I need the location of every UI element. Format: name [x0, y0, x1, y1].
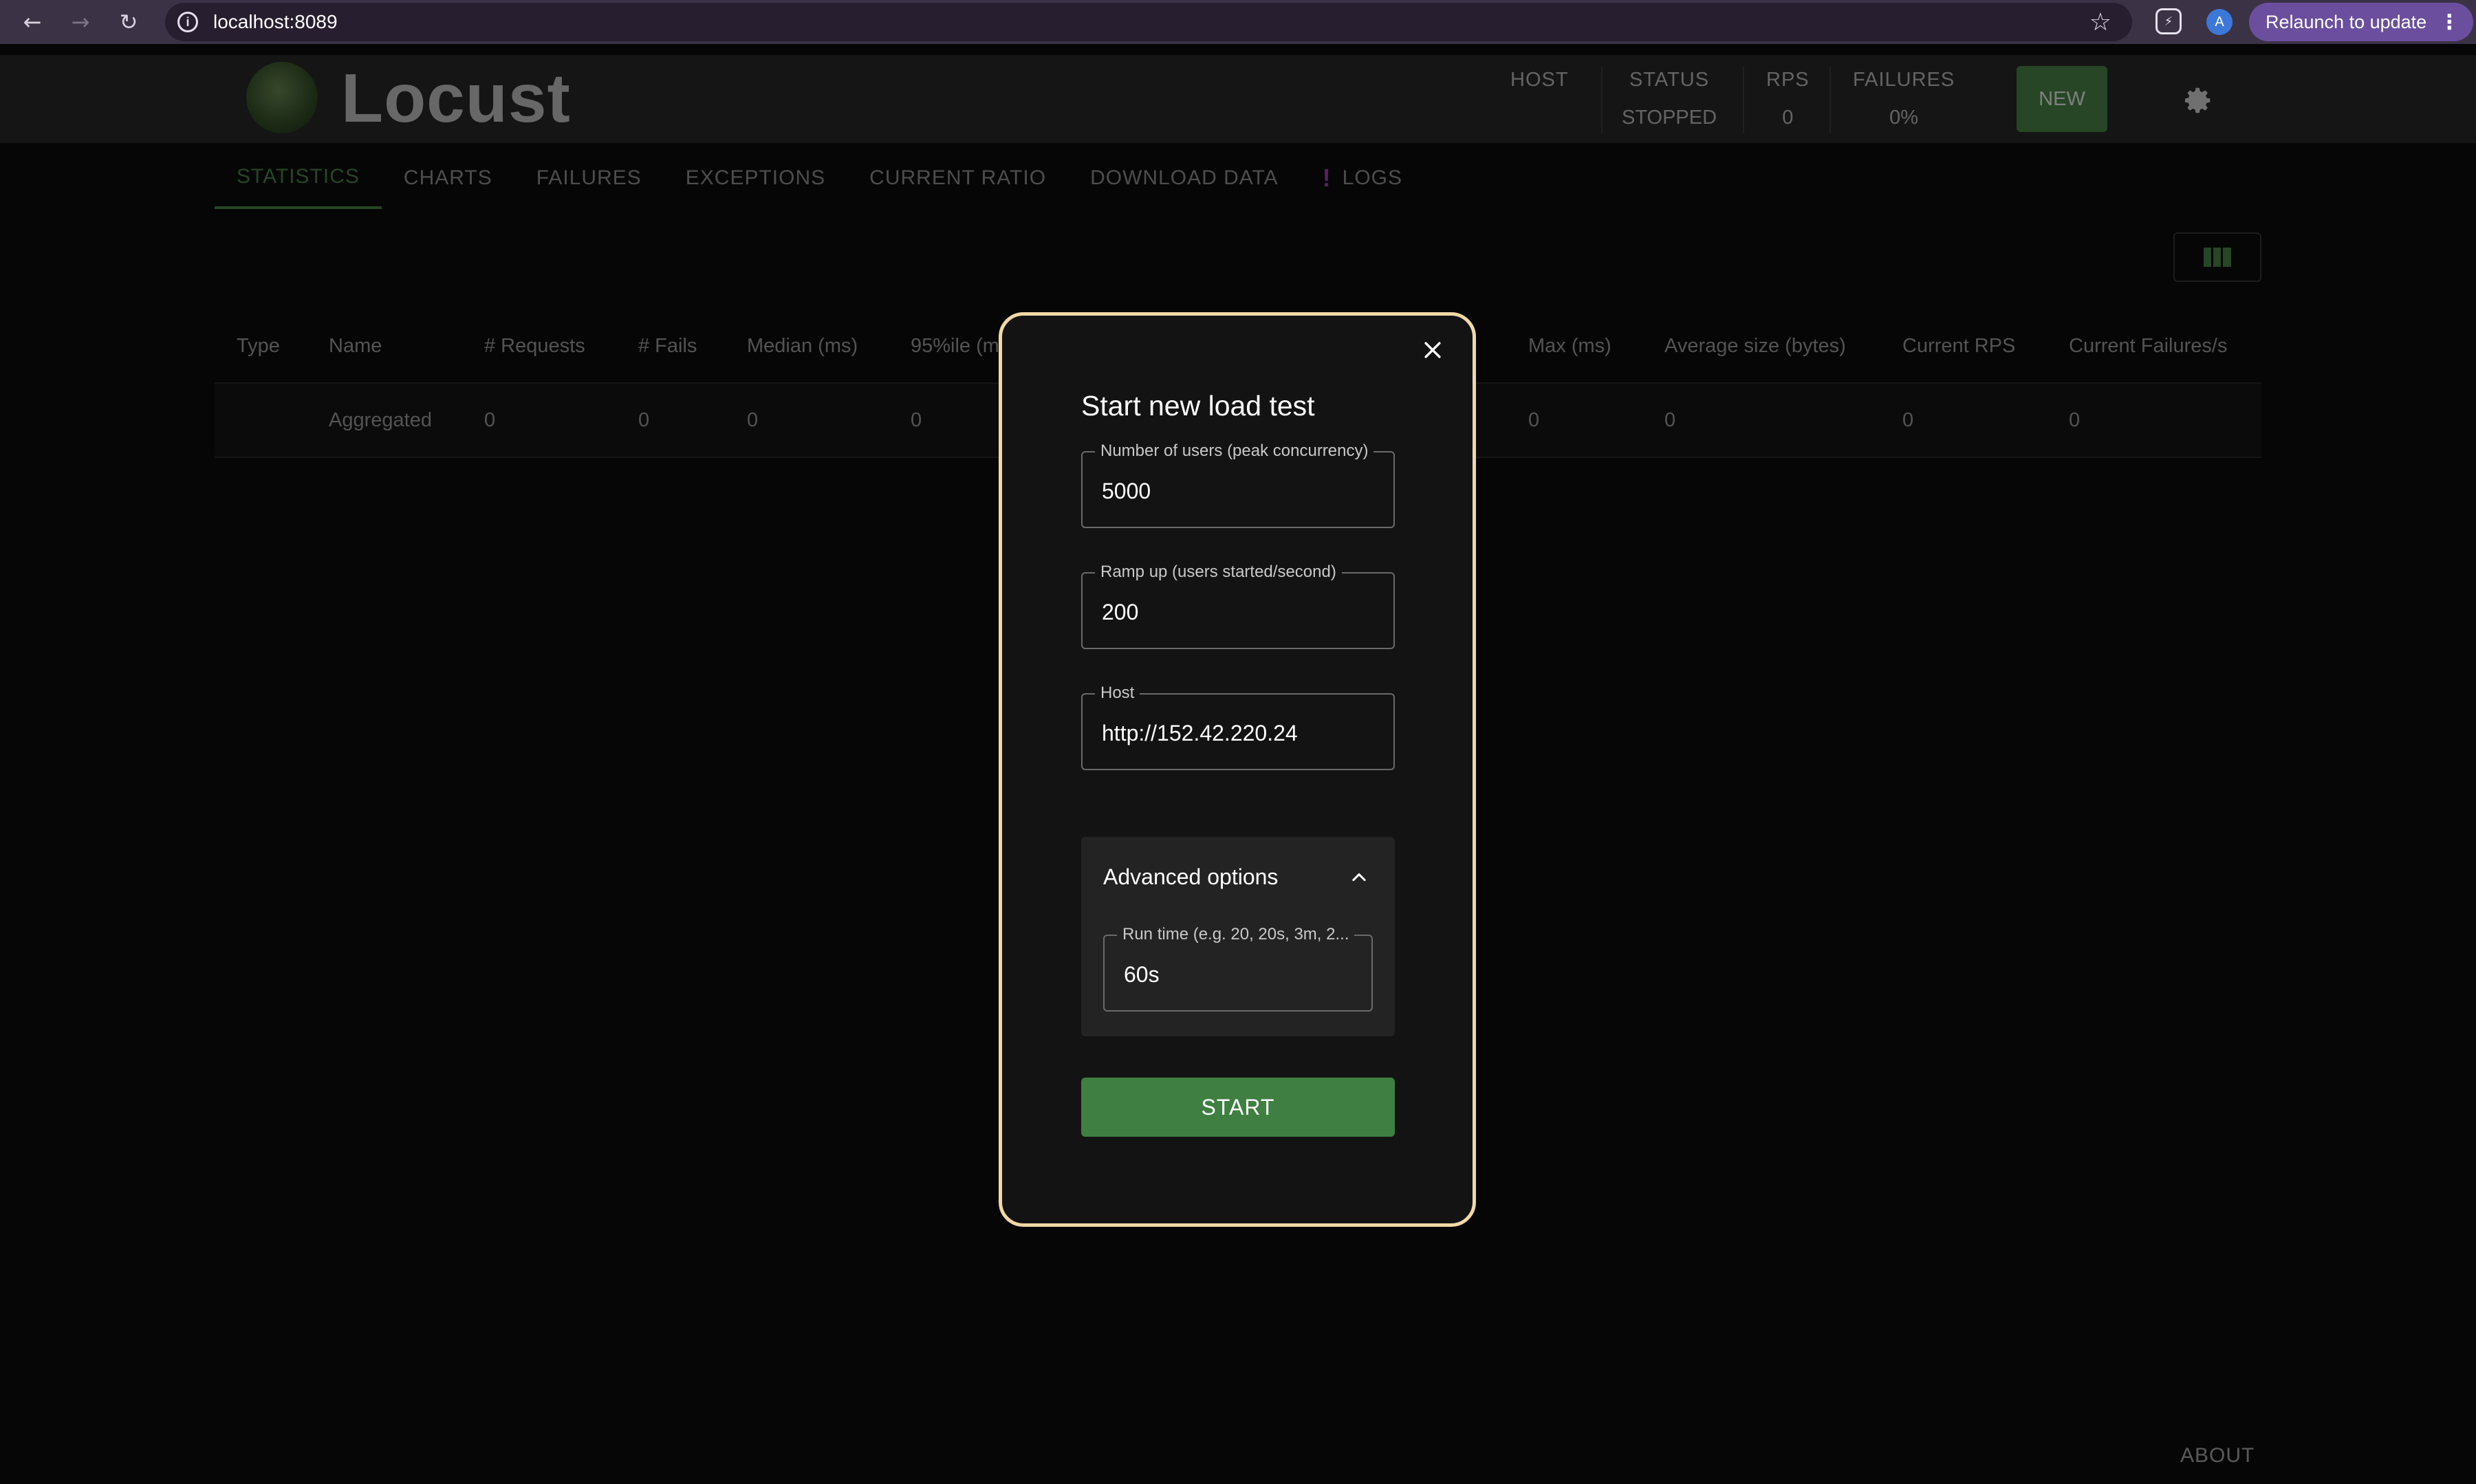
kebab-menu-icon: ⋮ [2439, 10, 2460, 34]
forward-arrow-icon[interactable]: → [65, 6, 96, 38]
advanced-options-toggle[interactable]: Advanced options [1103, 864, 1278, 890]
runtime-input[interactable] [1122, 957, 1356, 992]
chevron-up-icon[interactable] [1349, 867, 1369, 886]
runtime-field-label: Run time (e.g. 20, 20s, 3m, 2... [1117, 925, 1355, 944]
users-field-label: Number of users (peak concurrency) [1095, 441, 1374, 461]
advanced-options-panel: Advanced options Run time (e.g. 20, 20s,… [1081, 837, 1395, 1036]
users-field[interactable]: Number of users (peak concurrency) [1081, 441, 1395, 528]
relaunch-label: Relaunch to update [2266, 11, 2427, 32]
site-info-icon[interactable]: i [177, 12, 198, 32]
modal-title: Start new load test [1081, 390, 1315, 422]
start-test-modal: Start new load test Number of users (pea… [999, 312, 1476, 1227]
host-field[interactable]: Host [1081, 684, 1395, 770]
runtime-field[interactable]: Run time (e.g. 20, 20s, 3m, 2... [1103, 925, 1373, 1012]
relaunch-button[interactable]: Relaunch to update ⋮ [2249, 3, 2473, 41]
rampup-field[interactable]: Ramp up (users started/second) [1081, 563, 1395, 649]
rampup-field-label: Ramp up (users started/second) [1095, 563, 1342, 582]
reload-icon[interactable]: ↻ [113, 6, 144, 38]
rampup-input[interactable] [1100, 594, 1376, 630]
profile-avatar[interactable]: A [2206, 9, 2233, 35]
host-field-label: Host [1095, 684, 1140, 703]
back-arrow-icon[interactable]: ← [17, 6, 48, 38]
start-button[interactable]: START [1081, 1078, 1395, 1137]
users-input[interactable] [1100, 473, 1376, 509]
address-url[interactable]: localhost:8089 [213, 11, 338, 33]
close-icon[interactable] [1413, 331, 1452, 369]
bookmark-star-icon[interactable]: ☆ [2089, 8, 2111, 36]
browser-toolbar: ← → ↻ i localhost:8089 ☆ ⚡ A Relaunch to… [0, 0, 2476, 44]
extension-icon[interactable]: ⚡ [2155, 8, 2182, 34]
host-input[interactable] [1100, 715, 1376, 751]
address-bar[interactable]: i localhost:8089 ☆ [165, 3, 2132, 41]
